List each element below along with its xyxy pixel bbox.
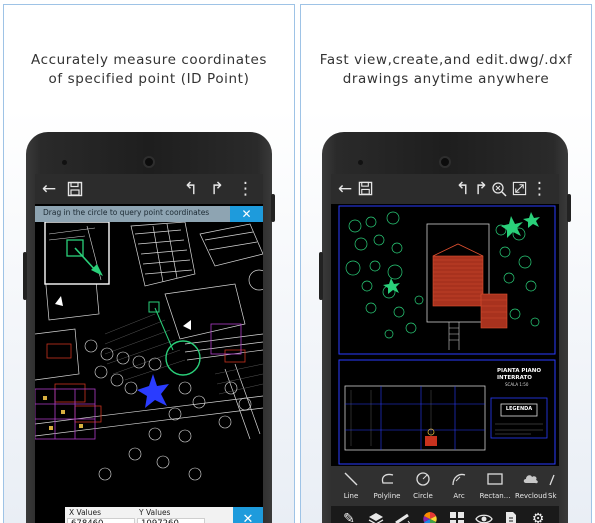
phone-frame: ← ↰ ↱ ⋮ Drag in the circle to query poin… (23, 132, 275, 523)
power-button (271, 194, 275, 222)
circle-icon (404, 468, 442, 493)
caption-line-1: Fast view,create,and edit.dwg/.dxf (319, 52, 573, 68)
caption-line-2: of specified point (ID Point) (48, 71, 250, 87)
undo-icon[interactable]: ↰ (453, 179, 473, 199)
app-screen: PIANTA PIANO INTERRATO SCALA 1:50 LEGEND… (331, 174, 559, 523)
tool-label: Sk (548, 492, 557, 500)
view-icon[interactable] (474, 510, 494, 523)
undo-icon[interactable]: ↰ (181, 179, 201, 199)
volume-button (23, 252, 27, 300)
arc-icon (440, 468, 478, 493)
sketch-icon (548, 468, 559, 493)
back-arrow-icon[interactable]: ← (39, 179, 59, 199)
tool-label: Polyline (373, 492, 401, 500)
redo-icon[interactable]: ↱ (471, 179, 491, 199)
hint-text: Drag in the circle to query point coordi… (43, 208, 210, 217)
hint-banner: Drag in the circle to query point coordi… (35, 206, 263, 222)
phone-frame: PIANTA PIANO INTERRATO SCALA 1:50 LEGEND… (319, 132, 571, 523)
save-icon[interactable] (355, 179, 375, 201)
tool-arc[interactable]: Arc (440, 466, 478, 506)
y-values-label: Y Values (139, 508, 171, 517)
redo-icon[interactable]: ↱ (207, 179, 227, 199)
coordinate-readout: X Values 678460 Y Values 1097260 ✕ (65, 507, 263, 523)
app-screen: ← ↰ ↱ ⋮ Drag in the circle to query poin… (35, 174, 263, 523)
zoom-extents-icon[interactable] (489, 179, 509, 202)
tool-revcloud[interactable]: Revcloud (512, 466, 550, 506)
tool-label: Rectan... (479, 492, 511, 500)
proximity-sensor (358, 160, 363, 165)
front-camera (439, 156, 451, 168)
draw-tool-palette: Line Polyline Circle Arc Rectan... Revcl… (331, 466, 559, 506)
fullscreen-icon[interactable] (509, 179, 529, 201)
settings-icon[interactable]: ⚙ (528, 510, 548, 523)
pen-icon[interactable]: ✎ (339, 510, 359, 523)
drawing-canvas[interactable] (35, 174, 263, 523)
layers-icon[interactable] (366, 510, 386, 523)
hint-close-button[interactable]: ✕ (230, 206, 263, 222)
front-camera (143, 156, 155, 168)
revcloud-icon (512, 468, 550, 493)
x-values-field: 678460 (67, 518, 135, 523)
screenshot-panel-editing: Fast view,create,and edit.dwg/.dxf drawi… (300, 4, 592, 523)
feature-caption: Fast view,create,and edit.dwg/.dxf drawi… (301, 51, 591, 89)
tool-polyline[interactable]: Polyline (368, 466, 406, 506)
y-coordinate: Y Values 1097260 (137, 508, 205, 523)
polyline-icon (368, 468, 406, 493)
color-wheel-icon[interactable] (420, 510, 440, 523)
drawing-scale: SCALA 1:50 (505, 382, 529, 387)
proximity-sensor (62, 160, 67, 165)
drawing-title: PIANTA PIANO INTERRATO (497, 368, 542, 381)
screenshot-panel-id-point: Accurately measure coordinates of specif… (3, 4, 295, 523)
back-arrow-icon[interactable]: ← (335, 179, 355, 199)
top-toolbar: ← ↰ ↱ ⋮ (35, 174, 263, 204)
coordinate-close-button[interactable]: ✕ (233, 507, 263, 523)
more-vert-icon[interactable]: ⋮ (531, 179, 548, 199)
y-values-field: 1097260 (137, 518, 205, 523)
measure-icon[interactable] (393, 510, 413, 523)
tool-line[interactable]: Line (332, 466, 370, 506)
x-values-label: X Values (69, 508, 102, 517)
top-toolbar: ← ↰ ↱ ⋮ (331, 174, 559, 204)
feature-caption: Accurately measure coordinates of specif… (4, 51, 294, 89)
tool-sketch[interactable]: Sk (548, 466, 559, 506)
drawing-canvas[interactable] (331, 174, 559, 466)
power-button (567, 194, 571, 222)
blocks-icon[interactable] (447, 510, 467, 523)
file-icon[interactable] (501, 510, 521, 523)
legend-label: LEGENDA (505, 406, 533, 412)
tool-label: Line (343, 492, 359, 500)
x-coordinate: X Values 678460 (67, 508, 135, 523)
save-icon[interactable] (65, 179, 85, 202)
bottom-action-bar: ✎ ⚙ (331, 506, 559, 523)
line-icon (332, 468, 370, 493)
more-vert-icon[interactable]: ⋮ (237, 179, 254, 199)
caption-line-1: Accurately measure coordinates (30, 52, 268, 68)
rectangle-icon (476, 468, 514, 493)
volume-button (319, 252, 323, 300)
tool-label: Circle (413, 492, 433, 500)
tool-label: Arc (453, 492, 465, 500)
tool-rectangle[interactable]: Rectan... (476, 466, 514, 506)
tool-circle[interactable]: Circle (404, 466, 442, 506)
tool-label: Revcloud (515, 492, 547, 500)
caption-line-2: drawings anytime anywhere (342, 71, 550, 87)
